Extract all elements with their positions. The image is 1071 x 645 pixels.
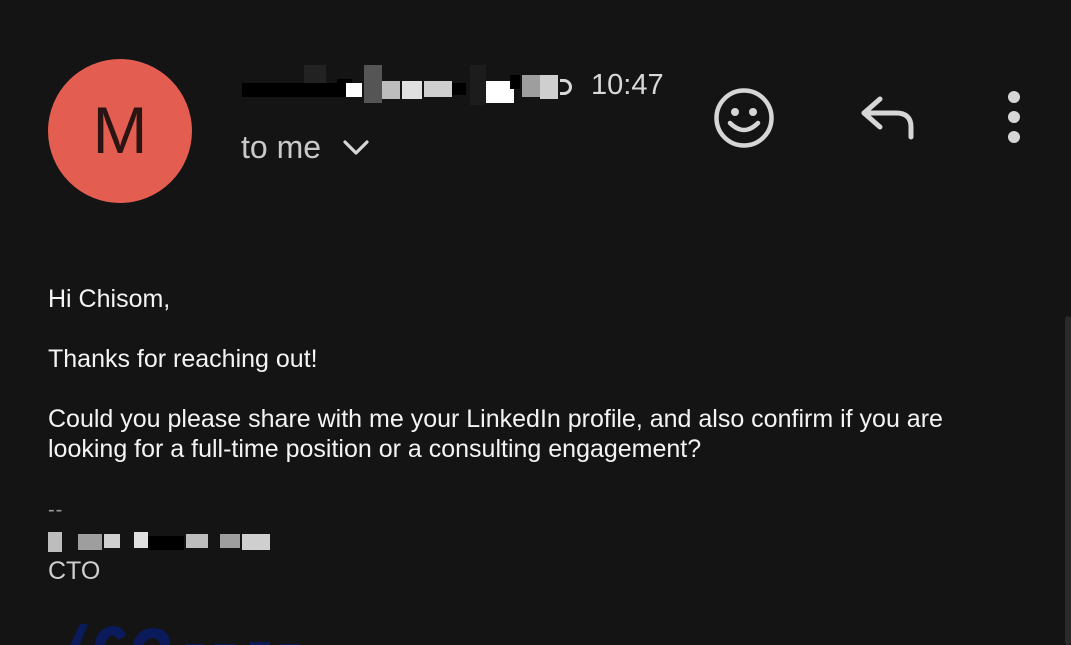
reply-arrow-icon bbox=[858, 93, 918, 148]
recipient-details-toggle[interactable]: to me bbox=[241, 124, 369, 170]
more-vertical-icon bbox=[1004, 89, 1024, 150]
scrollbar[interactable] bbox=[1065, 316, 1071, 645]
greeting-text: Hi Chisom, bbox=[48, 285, 171, 313]
avatar-letter: M bbox=[92, 93, 148, 167]
thanks-text: Thanks for reaching out! bbox=[48, 345, 318, 373]
sender-name-redacted[interactable] bbox=[242, 65, 577, 105]
reply-button[interactable] bbox=[856, 90, 920, 150]
email-message-view: M 10:47 to me Hi Chisom, Thanks for reac… bbox=[0, 0, 1071, 645]
company-logo-image bbox=[54, 614, 344, 645]
question-text: Could you please share with me your Link… bbox=[48, 405, 943, 463]
recipient-label: to me bbox=[241, 128, 322, 165]
more-options-button[interactable] bbox=[990, 86, 1038, 152]
emoji-smile-icon bbox=[713, 87, 775, 154]
signature-separator: -- bbox=[48, 499, 64, 521]
signature-name-redacted bbox=[48, 528, 278, 556]
signature-title: CTO bbox=[48, 557, 101, 585]
message-time: 10:47 bbox=[591, 68, 664, 101]
chevron-down-icon bbox=[343, 139, 369, 161]
sender-row: 10:47 bbox=[242, 62, 664, 108]
add-reaction-button[interactable] bbox=[712, 87, 776, 154]
sender-avatar[interactable]: M bbox=[48, 59, 192, 203]
